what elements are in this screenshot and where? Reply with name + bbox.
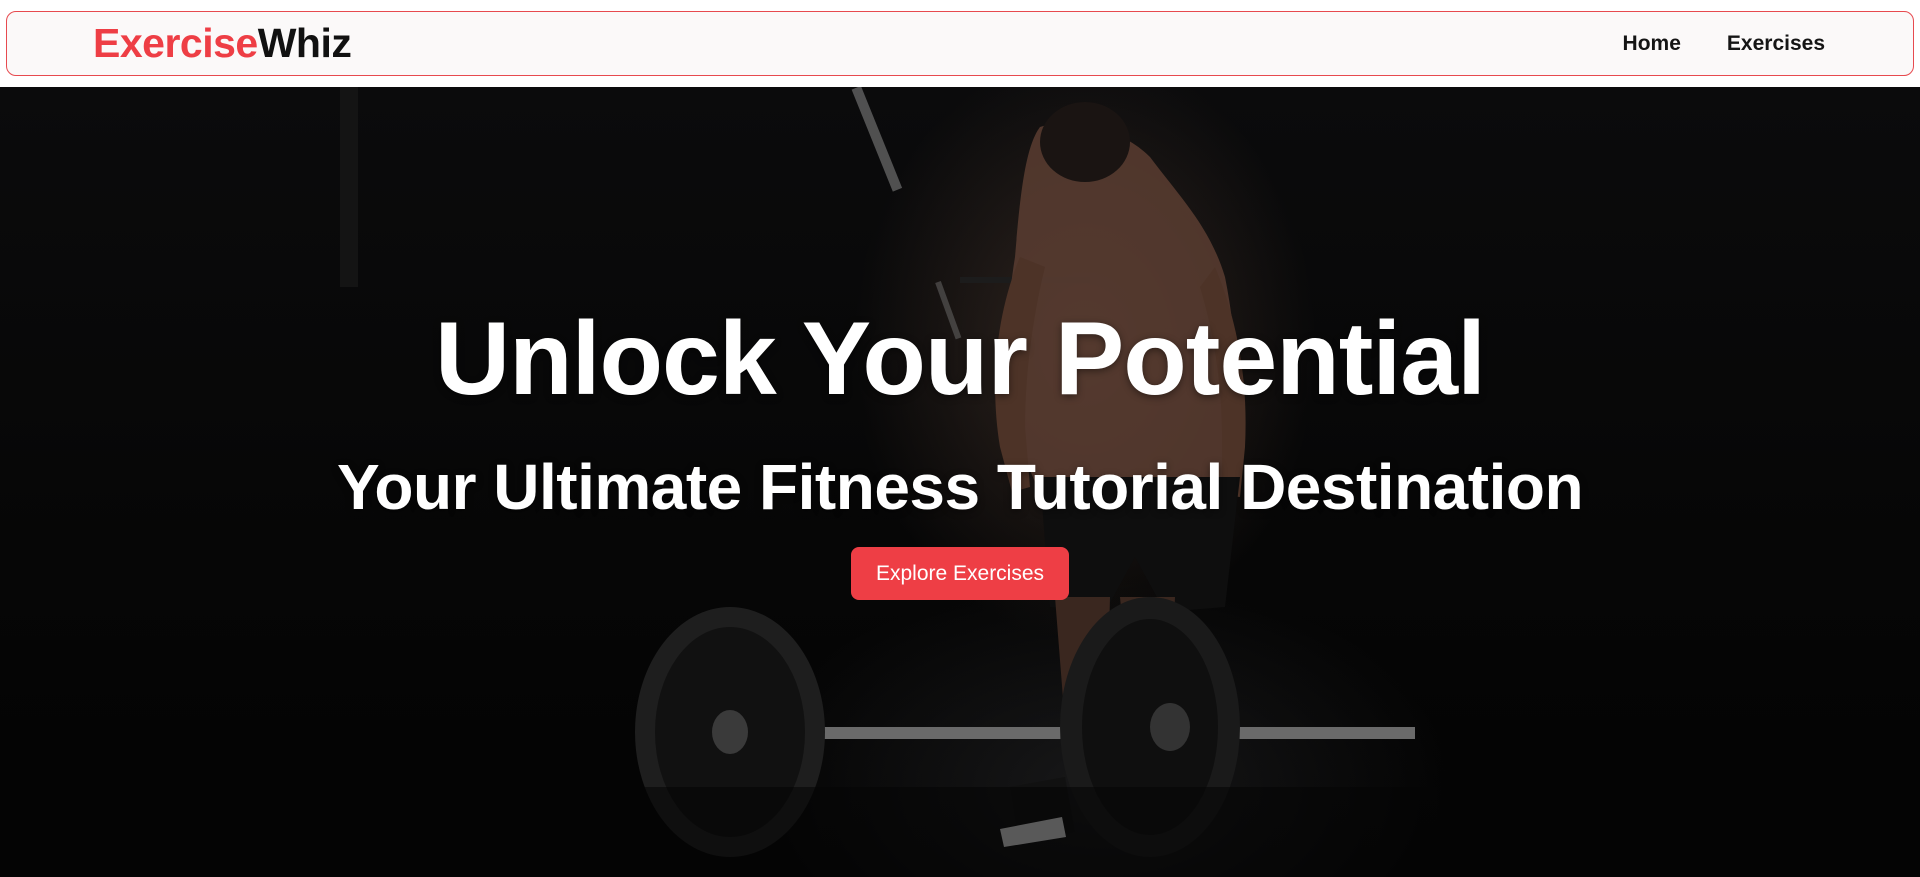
hero-content: Unlock Your Potential Your Ultimate Fitn…	[0, 87, 1920, 877]
page: ExerciseWhiz Home Exercises Unlock Your …	[0, 0, 1920, 877]
hero-title: Unlock Your Potential	[435, 301, 1486, 417]
nav-links: Home Exercises	[1623, 32, 1827, 56]
hero-subtitle: Your Ultimate Fitness Tutorial Destinati…	[336, 451, 1584, 523]
brand-logo-part1: Exercise	[93, 20, 258, 66]
explore-exercises-button[interactable]: Explore Exercises	[851, 547, 1069, 600]
hero-section: Unlock Your Potential Your Ultimate Fitn…	[0, 87, 1920, 877]
brand-logo-part2: Whiz	[257, 20, 352, 66]
nav-link-home[interactable]: Home	[1623, 32, 1681, 56]
navbar: ExerciseWhiz Home Exercises	[6, 11, 1914, 76]
nav-link-exercises[interactable]: Exercises	[1727, 32, 1825, 56]
brand-logo[interactable]: ExerciseWhiz	[93, 20, 352, 66]
